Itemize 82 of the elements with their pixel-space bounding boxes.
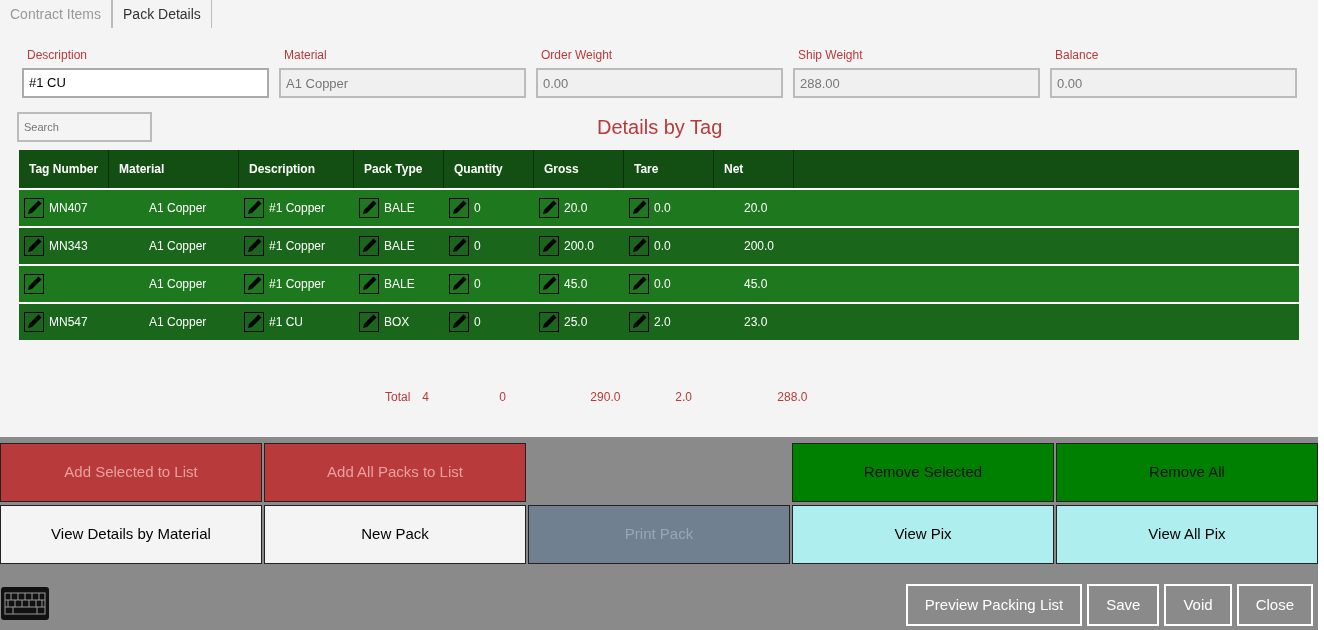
table-cell-text: 200.0 xyxy=(744,238,775,255)
table-cell-text: BALE xyxy=(384,238,415,255)
table-cell-text: A1 Copper xyxy=(149,238,207,255)
table-cell-text: #1 Copper xyxy=(269,238,326,255)
action-button[interactable]: View All Pix xyxy=(1056,504,1318,564)
table-cell-text: MN343 xyxy=(49,238,88,255)
tab[interactable]: Contract Items xyxy=(0,0,113,28)
field-label: Description xyxy=(26,47,89,64)
table-cell-text: 20.0 xyxy=(564,200,588,217)
pencil-icon[interactable] xyxy=(449,274,469,294)
pencil-icon[interactable] xyxy=(629,236,649,256)
table-cell-text: 200.0 xyxy=(564,238,595,255)
pencil-icon[interactable] xyxy=(539,312,559,332)
table-cell-text: 45.0 xyxy=(744,276,768,293)
table-cell-text: A1 Copper xyxy=(149,314,207,331)
table-cell-text: 2.0 xyxy=(654,314,671,331)
action-button[interactable]: Remove Selected xyxy=(792,443,1054,502)
total-gross: 290.0 xyxy=(590,390,621,404)
pencil-icon[interactable] xyxy=(24,274,44,294)
footer-button[interactable]: Preview Packing List xyxy=(905,584,1083,626)
pencil-icon[interactable] xyxy=(449,312,469,332)
footer-button[interactable]: Close xyxy=(1236,584,1313,626)
table-cell-text: 0 xyxy=(474,200,481,217)
field-label: Material xyxy=(283,47,328,64)
pencil-icon[interactable] xyxy=(24,236,44,256)
pencil-icon[interactable] xyxy=(359,198,379,218)
table-cell-text: 45.0 xyxy=(564,276,588,293)
pencil-icon[interactable] xyxy=(24,198,44,218)
pencil-icon[interactable] xyxy=(244,236,264,256)
total-quantity: 0 xyxy=(499,390,507,404)
table-cell-text: 25.0 xyxy=(564,314,588,331)
field-label: Order Weight xyxy=(540,47,614,64)
total-count: 4 xyxy=(422,390,430,404)
pencil-icon[interactable] xyxy=(539,236,559,256)
table-cell-text: 23.0 xyxy=(744,314,768,331)
action-button[interactable]: View Details by Material xyxy=(0,504,262,564)
table-cell-text: 0 xyxy=(474,314,481,331)
footer-button[interactable]: Save xyxy=(1087,584,1160,626)
action-button[interactable]: Remove All xyxy=(1056,443,1318,502)
total-tare: 2.0 xyxy=(675,390,693,404)
table-title: Details by Tag xyxy=(597,115,723,140)
pencil-icon[interactable] xyxy=(359,274,379,294)
pencil-icon[interactable] xyxy=(244,312,264,332)
pencil-icon[interactable] xyxy=(629,312,649,332)
pencil-icon[interactable] xyxy=(539,274,559,294)
pencil-icon[interactable] xyxy=(24,312,44,332)
table-cell-text: A1 Copper xyxy=(149,276,207,293)
keyboard-icon[interactable] xyxy=(1,587,49,620)
table-cell-text: MN547 xyxy=(49,314,88,331)
table-cell-text: #1 Copper xyxy=(269,276,326,293)
pencil-icon[interactable] xyxy=(359,312,379,332)
pencil-icon[interactable] xyxy=(244,274,264,294)
footer-button[interactable]: Void xyxy=(1164,584,1232,626)
field-label: Ship Weight xyxy=(797,47,864,64)
table-cell-text: MN407 xyxy=(49,200,88,217)
table-cell-text: BALE xyxy=(384,276,415,293)
field-label: Balance xyxy=(1054,47,1100,64)
table-cell-text: #1 CU xyxy=(269,314,303,331)
table-cell-text: #1 Copper xyxy=(269,200,326,217)
table-cell-text: BOX xyxy=(384,314,410,331)
search-field[interactable]: Search xyxy=(17,112,152,142)
table-cell-text: 20.0 xyxy=(744,200,768,217)
table-cell-text: 0 xyxy=(474,238,481,255)
table-cell-text: 0.0 xyxy=(654,276,671,293)
action-button[interactable]: New Pack xyxy=(264,504,526,564)
tab[interactable]: Pack Details xyxy=(112,0,212,28)
pencil-icon[interactable] xyxy=(359,236,379,256)
table-cell-text: A1 Copper xyxy=(149,200,207,217)
total-label: Total xyxy=(385,389,411,406)
pencil-icon[interactable] xyxy=(449,236,469,256)
table-cell-text: BALE xyxy=(384,200,415,217)
pencil-icon[interactable] xyxy=(629,274,649,294)
pencil-icon[interactable] xyxy=(629,198,649,218)
action-button[interactable]: View Pix xyxy=(792,504,1054,564)
table-cell-text: 0.0 xyxy=(654,200,671,217)
table-cell-text: 0 xyxy=(474,276,481,293)
dropdown-field[interactable]: #1 CU xyxy=(22,68,269,98)
total-net: 288.0 xyxy=(777,390,808,404)
pencil-icon[interactable] xyxy=(539,198,559,218)
pencil-icon[interactable] xyxy=(449,198,469,218)
table-cell-text: 0.0 xyxy=(654,238,671,255)
pencil-icon[interactable] xyxy=(244,198,264,218)
